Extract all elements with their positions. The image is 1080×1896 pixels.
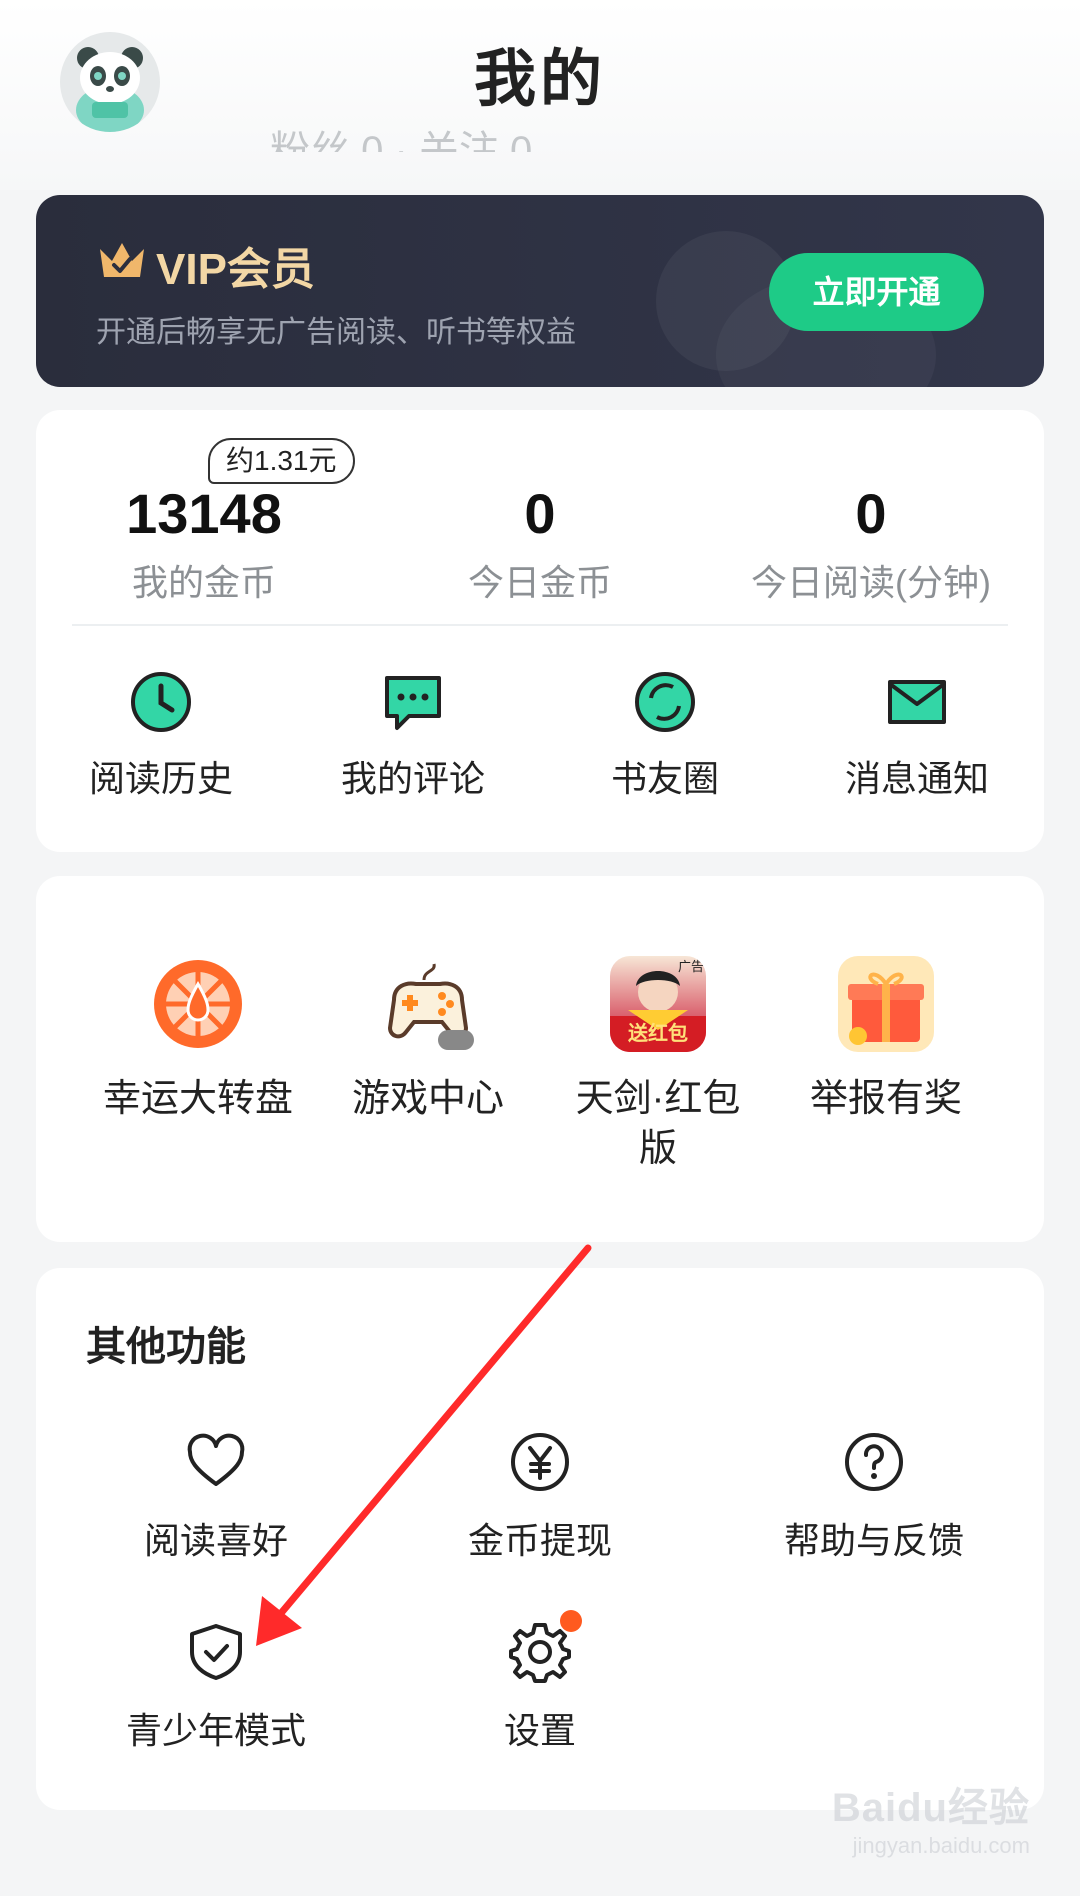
gear-icon [508, 1610, 582, 1684]
option-reading-preference[interactable]: 阅读喜好 [66, 1430, 366, 1564]
option-label: 青少年模式 [125, 1710, 306, 1751]
stat-label: 我的金币 [131, 562, 276, 603]
stat-value: 0 [524, 482, 556, 545]
section-title: 其他功能 [86, 1325, 246, 1369]
watermark: Baidu经验 jingyan.baidu.com [832, 1775, 1030, 1859]
wheel-icon [150, 956, 246, 1052]
option-label: 金币提现 [467, 1520, 612, 1561]
option-label: 阅读喜好 [143, 1520, 288, 1561]
gift-icon [838, 956, 934, 1052]
option-label: 设置 [503, 1710, 576, 1751]
quick-read-history[interactable]: 阅读历史 [36, 670, 286, 802]
option-coin-withdraw[interactable]: 金币提现 [390, 1430, 690, 1564]
quick-my-comments[interactable]: 我的评论 [288, 670, 538, 802]
open-vip-button[interactable]: 立即开通 [769, 253, 984, 331]
option-label: 帮助与反馈 [783, 1520, 964, 1561]
option-help-feedback[interactable]: 帮助与反馈 [724, 1430, 1024, 1564]
feature-tianjian-game[interactable]: 送红包 广告 天剑·红包 版 [544, 956, 772, 1174]
header: 我的 粉丝 0 · 关注 0 [0, 0, 1080, 190]
stats-card: 约1.31元 13148 我的金币 0 今日金币 0 今日阅读(分钟) 阅读历史… [36, 410, 1044, 852]
feature-label: 举报有奖 [809, 1078, 962, 1120]
clock-icon [129, 670, 193, 734]
vip-subtitle: 开通后畅享无广告阅读、听书等权益 [96, 316, 576, 349]
feature-lucky-wheel[interactable]: 幸运大转盘 [84, 956, 312, 1124]
quick-book-friends[interactable]: 书友圈 [540, 670, 790, 802]
watermark-brand: Baidu经验 [831, 1786, 1030, 1830]
circle-icon [633, 670, 697, 734]
ad-badge: 广告 [677, 959, 704, 974]
feature-label-line1: 天剑·红包 [575, 1078, 741, 1120]
feature-report-reward[interactable]: 举报有奖 [772, 956, 1000, 1124]
features-card: 幸运大转盘 游戏中心 送红包 广告 天剑·红包 版 举报有奖 [36, 876, 1044, 1242]
feature-label: 游戏中心 [351, 1078, 504, 1120]
ad-banner-text: 送红包 [628, 1023, 688, 1045]
other-functions-card: 其他功能 阅读喜好 金币提现 帮助与反馈 青少年模式 设置 [36, 1268, 1044, 1810]
stat-label: 今日阅读(分钟) [751, 562, 991, 603]
stat-today-reading[interactable]: 0 今日阅读(分钟) [706, 480, 1036, 606]
help-icon [842, 1430, 906, 1494]
follow-stats-text: 粉丝 0 · 关注 0 [270, 129, 533, 152]
quick-label: 阅读历史 [88, 758, 233, 799]
option-settings[interactable]: 设置 [390, 1610, 690, 1754]
heart-icon [184, 1430, 248, 1494]
yen-icon [508, 1430, 572, 1494]
mail-icon [885, 670, 949, 734]
crown-icon [100, 243, 144, 277]
stat-today-coins[interactable]: 0 今日金币 [380, 480, 700, 606]
feature-label-line2: 版 [638, 1128, 677, 1170]
page: 我的 粉丝 0 · 关注 0 VIP会员 开通后畅享无广告阅读、听书等权益 立即… [0, 0, 1080, 1896]
stat-value: 0 [855, 482, 887, 545]
divider [72, 624, 1008, 626]
vip-title: VIP会员 [156, 245, 315, 294]
comment-icon [381, 670, 445, 734]
watermark-url: jingyan.baidu.com [852, 1833, 1030, 1858]
game-ad-icon: 送红包 广告 [610, 956, 706, 1052]
vip-banner[interactable]: VIP会员 开通后畅享无广告阅读、听书等权益 立即开通 [36, 195, 1044, 387]
stat-my-coins[interactable]: 13148 我的金币 [44, 480, 364, 606]
shield-icon [184, 1620, 248, 1684]
gamepad-icon [380, 956, 476, 1052]
stat-value: 13148 [126, 482, 282, 545]
quick-label: 消息通知 [844, 758, 989, 799]
feature-label: 幸运大转盘 [102, 1078, 293, 1120]
quick-label: 我的评论 [340, 758, 485, 799]
feature-game-center[interactable]: 游戏中心 [314, 956, 542, 1124]
notification-dot [560, 1610, 582, 1632]
coin-value-tag: 约1.31元 [208, 438, 355, 484]
option-teen-mode[interactable]: 青少年模式 [66, 1620, 366, 1754]
quick-label: 书友圈 [610, 758, 719, 799]
page-title: 我的 [473, 45, 606, 114]
stat-label: 今日金币 [467, 562, 612, 603]
quick-notifications[interactable]: 消息通知 [792, 670, 1042, 802]
feature-label: 天剑·红包 版 [544, 1074, 772, 1174]
